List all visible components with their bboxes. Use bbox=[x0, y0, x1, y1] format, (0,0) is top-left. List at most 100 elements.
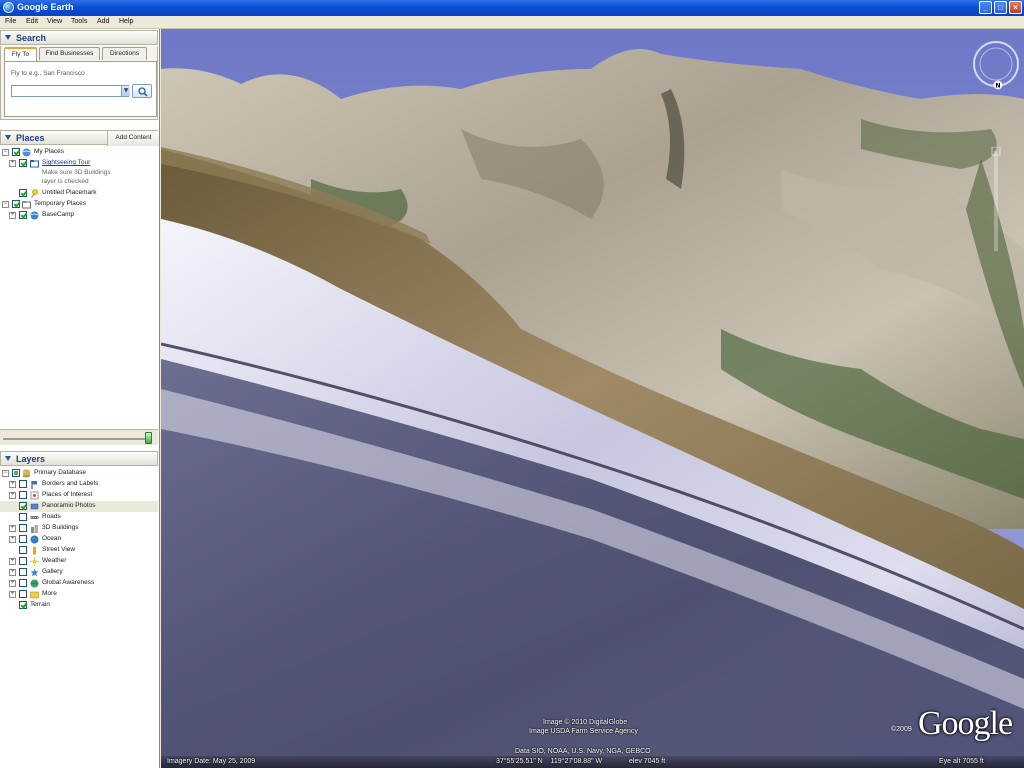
layer-3d-buildings[interactable]: + 3D Buildings bbox=[0, 523, 158, 534]
expand-toggle-icon[interactable]: + bbox=[9, 525, 16, 532]
panoramio-checkbox[interactable] bbox=[19, 502, 27, 510]
menu-file[interactable]: File bbox=[5, 18, 16, 25]
layer-label: Gallery bbox=[42, 568, 63, 575]
sun-icon bbox=[30, 557, 39, 566]
transparency-slider-thumb[interactable] bbox=[145, 432, 152, 444]
roads-checkbox[interactable] bbox=[19, 513, 27, 521]
globe-icon bbox=[30, 211, 39, 220]
collapse-triangle-icon bbox=[5, 456, 11, 461]
layer-terrain[interactable]: Terrain bbox=[0, 600, 158, 611]
expand-toggle-icon[interactable]: + bbox=[9, 481, 16, 488]
fly-to-input[interactable] bbox=[11, 85, 129, 97]
layer-label: Street View bbox=[42, 546, 76, 553]
expand-toggle-icon[interactable]: + bbox=[9, 569, 16, 576]
pegman-icon bbox=[33, 546, 36, 555]
logo-copyright: ©2009 bbox=[891, 726, 912, 733]
layer-street-view[interactable]: Street View bbox=[0, 545, 158, 556]
gallery-checkbox[interactable] bbox=[19, 568, 27, 576]
tab-find-businesses[interactable]: Find Businesses bbox=[39, 47, 100, 60]
add-content-button[interactable]: Add Content bbox=[107, 131, 159, 146]
placemark-checkbox[interactable] bbox=[19, 189, 27, 197]
ocean-globe-icon bbox=[30, 535, 39, 544]
minimize-button[interactable]: _ bbox=[979, 1, 992, 14]
layer-borders-labels[interactable]: + Borders and Labels bbox=[0, 479, 158, 490]
expand-toggle-icon[interactable]: + bbox=[9, 492, 16, 499]
primary-database-checkbox[interactable] bbox=[12, 469, 20, 477]
basecamp-checkbox[interactable] bbox=[19, 211, 27, 219]
layer-label: 3D Buildings bbox=[42, 524, 79, 531]
tour-note-line: Make sure 3D Buildings bbox=[42, 169, 111, 176]
expand-toggle-icon[interactable]: + bbox=[9, 580, 16, 587]
menu-view[interactable]: View bbox=[47, 18, 62, 25]
title-bar: Google Earth _ □ × bbox=[0, 0, 1024, 16]
search-header[interactable]: Search bbox=[0, 30, 158, 45]
layer-weather[interactable]: + Weather bbox=[0, 556, 158, 567]
coordinates-readout: 37°55'25.51" N 119°27'08.88" W bbox=[496, 758, 603, 765]
tree-item-label: My Places bbox=[34, 148, 64, 155]
layers-header[interactable]: Layers bbox=[0, 451, 158, 466]
expand-toggle-icon[interactable]: + bbox=[9, 536, 16, 543]
my-places-checkbox[interactable] bbox=[12, 148, 20, 156]
street-view-checkbox[interactable] bbox=[19, 546, 27, 554]
layer-panoramio-photos[interactable]: Panoramio Photos bbox=[0, 501, 158, 512]
expand-toggle-icon[interactable]: + bbox=[9, 558, 16, 565]
maximize-button[interactable]: □ bbox=[994, 1, 1007, 14]
global-awareness-checkbox[interactable] bbox=[19, 579, 27, 587]
sightseeing-checkbox[interactable] bbox=[19, 159, 27, 167]
collapse-toggle-icon[interactable]: − bbox=[2, 470, 9, 477]
star-icon bbox=[30, 568, 39, 577]
pushpin-icon bbox=[31, 189, 38, 198]
menu-help[interactable]: Help bbox=[119, 18, 133, 25]
layer-primary-database[interactable]: − Primary Database bbox=[0, 468, 158, 479]
tree-item-basecamp[interactable]: + BaseCamp bbox=[0, 210, 158, 221]
globe-icon bbox=[22, 148, 31, 157]
terrain-checkbox[interactable] bbox=[19, 601, 27, 609]
close-button[interactable]: × bbox=[1009, 1, 1022, 14]
tree-item-my-places[interactable]: − My Places bbox=[0, 147, 158, 158]
north-indicator: N bbox=[995, 83, 1000, 90]
borders-checkbox[interactable] bbox=[19, 480, 27, 488]
ocean-checkbox[interactable] bbox=[19, 535, 27, 543]
search-button[interactable] bbox=[132, 84, 152, 98]
expand-toggle-icon[interactable]: + bbox=[9, 160, 16, 167]
tree-item-temporary-places[interactable]: − Temporary Places bbox=[0, 199, 158, 210]
earth-3d-view[interactable]: N Image © 2010 DigitalGlobe Image USDA F… bbox=[161, 29, 1024, 768]
imagery-attribution-1: Image © 2010 DigitalGlobe bbox=[543, 719, 628, 726]
layer-more[interactable]: + More bbox=[0, 589, 158, 600]
layer-ocean[interactable]: + Ocean bbox=[0, 534, 158, 545]
layer-gallery[interactable]: + Gallery bbox=[0, 567, 158, 578]
places-header[interactable]: Places Add Content bbox=[0, 130, 159, 146]
menu-tools[interactable]: Tools bbox=[71, 18, 87, 25]
collapse-toggle-icon[interactable]: − bbox=[2, 149, 9, 156]
weather-checkbox[interactable] bbox=[19, 557, 27, 565]
zoom-slider[interactable] bbox=[991, 147, 1001, 257]
road-icon bbox=[30, 516, 39, 519]
more-checkbox[interactable] bbox=[19, 590, 27, 598]
earth-icon bbox=[30, 579, 39, 588]
layer-places-of-interest[interactable]: + Places of Interest bbox=[0, 490, 158, 501]
compass-navigation-ring[interactable]: N bbox=[969, 37, 1023, 91]
tree-item-label[interactable]: Sightseeing Tour bbox=[42, 158, 90, 168]
layer-global-awareness[interactable]: + Global Awareness bbox=[0, 578, 158, 589]
menu-edit[interactable]: Edit bbox=[26, 18, 38, 25]
places-header-label: Places bbox=[16, 133, 45, 143]
expand-toggle-icon[interactable]: + bbox=[9, 212, 16, 219]
tab-fly-to[interactable]: Fly To bbox=[4, 47, 37, 61]
collapse-toggle-icon[interactable]: − bbox=[2, 201, 9, 208]
dropdown-arrow-icon[interactable]: ▼ bbox=[121, 86, 130, 96]
elevation-readout: elev 7045 ft bbox=[629, 758, 666, 765]
layer-roads[interactable]: Roads bbox=[0, 512, 158, 523]
fly-to-hint: Fly to e.g., San Francisco bbox=[11, 70, 85, 77]
places-of-interest-checkbox[interactable] bbox=[19, 491, 27, 499]
tour-note: Make sure 3D Buildings layer is checked bbox=[42, 168, 111, 186]
tab-directions[interactable]: Directions bbox=[102, 47, 147, 60]
tree-item-label: Untitled Placemark bbox=[42, 189, 97, 196]
tree-item-untitled-placemark[interactable]: Untitled Placemark bbox=[0, 188, 158, 199]
expand-toggle-icon[interactable]: + bbox=[9, 591, 16, 598]
3d-buildings-checkbox[interactable] bbox=[19, 524, 27, 532]
layer-label: Roads bbox=[42, 513, 61, 520]
menu-add[interactable]: Add bbox=[97, 18, 109, 25]
google-earth-icon bbox=[3, 2, 14, 13]
temporary-places-checkbox[interactable] bbox=[12, 200, 20, 208]
collapse-triangle-icon bbox=[5, 135, 11, 140]
